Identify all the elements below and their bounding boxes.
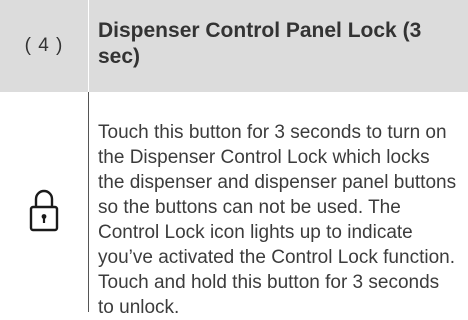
description-text: Touch this button for 3 seconds to turn … bbox=[98, 122, 457, 318]
header-column-divider bbox=[88, 0, 89, 92]
section-title: Dispenser Control Panel Lock (3 sec) bbox=[98, 19, 422, 68]
padlock-icon bbox=[29, 188, 59, 232]
table-header-row: ( 4 ) Dispenser Control Panel Lock (3 se… bbox=[0, 0, 468, 92]
step-number: ( 4 ) bbox=[24, 35, 64, 56]
column-divider bbox=[88, 92, 89, 312]
